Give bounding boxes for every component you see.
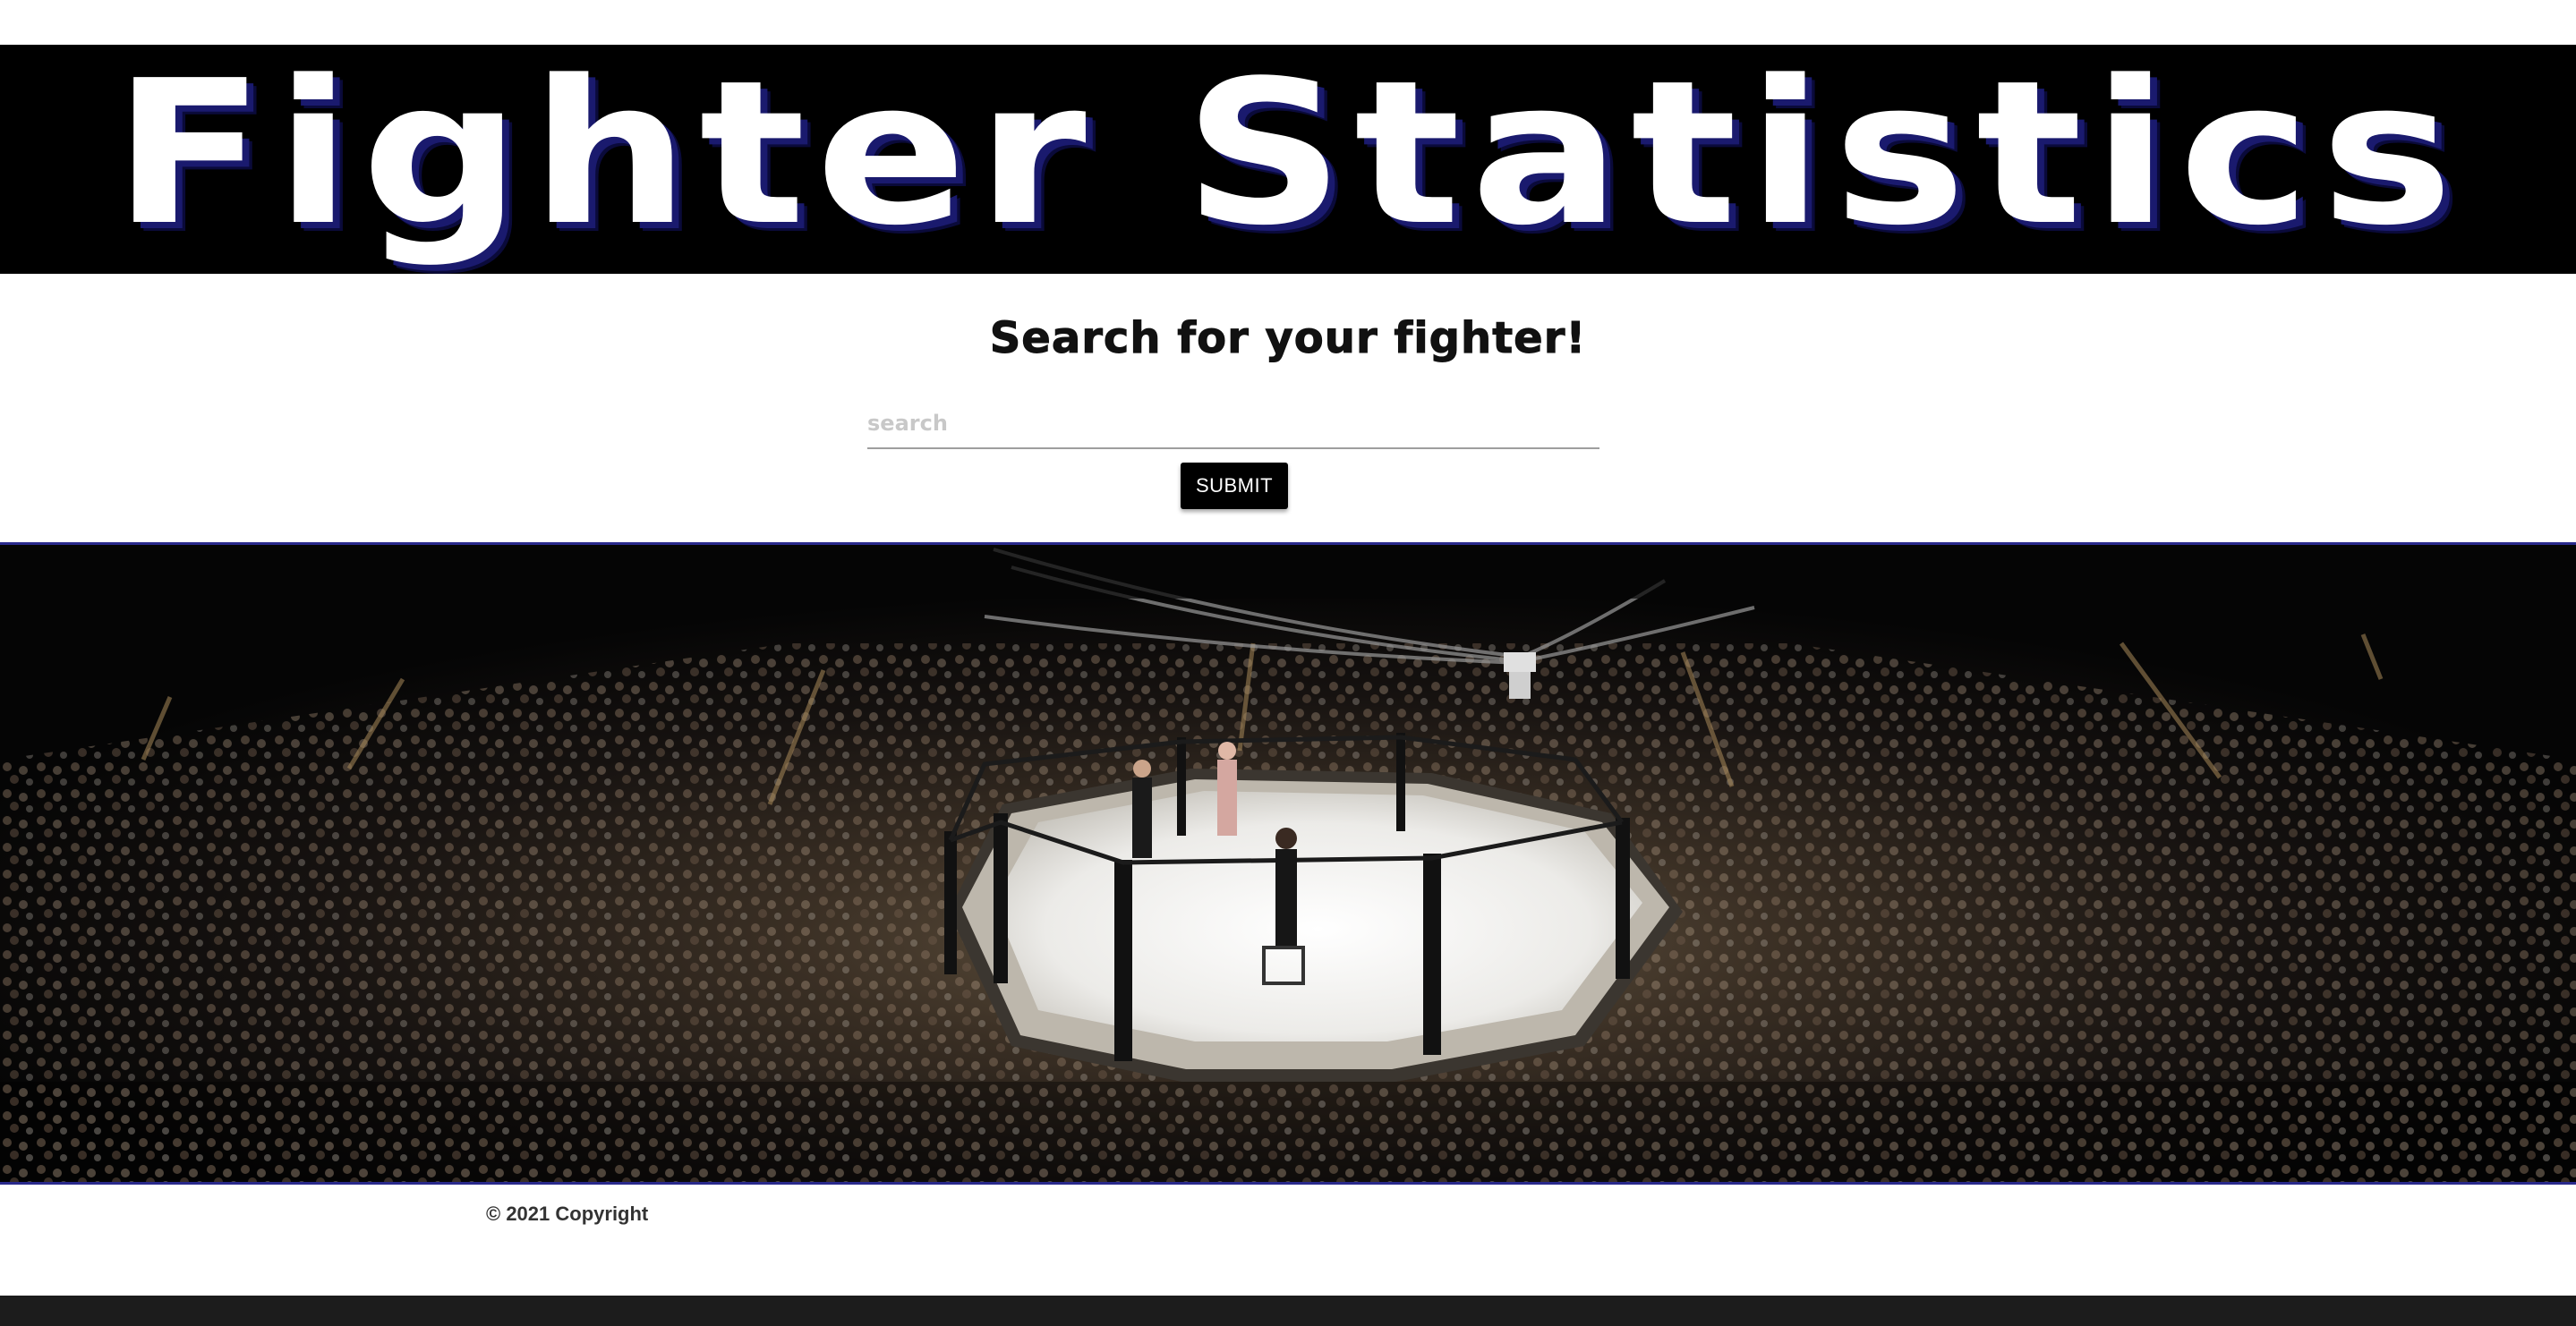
site-header: Fighter Statistics	[0, 45, 2576, 274]
site-footer: © 2021 Copyright	[0, 1185, 2576, 1296]
bottom-bar	[0, 1296, 2576, 1326]
search-input[interactable]	[867, 399, 1599, 449]
copyright-text: © 2021 Copyright	[486, 1203, 649, 1225]
site-title: Fighter Statistics	[113, 45, 2463, 269]
arena-hero-image	[0, 542, 2576, 1185]
search-section: Search for your fighter! SUBMIT	[0, 274, 2576, 542]
search-heading: Search for your fighter!	[989, 313, 1587, 364]
arena-photo-illustration	[0, 545, 2576, 1182]
submit-button[interactable]: SUBMIT	[1181, 463, 1288, 509]
page: Fighter Statistics Search for your fight…	[0, 0, 2576, 1326]
